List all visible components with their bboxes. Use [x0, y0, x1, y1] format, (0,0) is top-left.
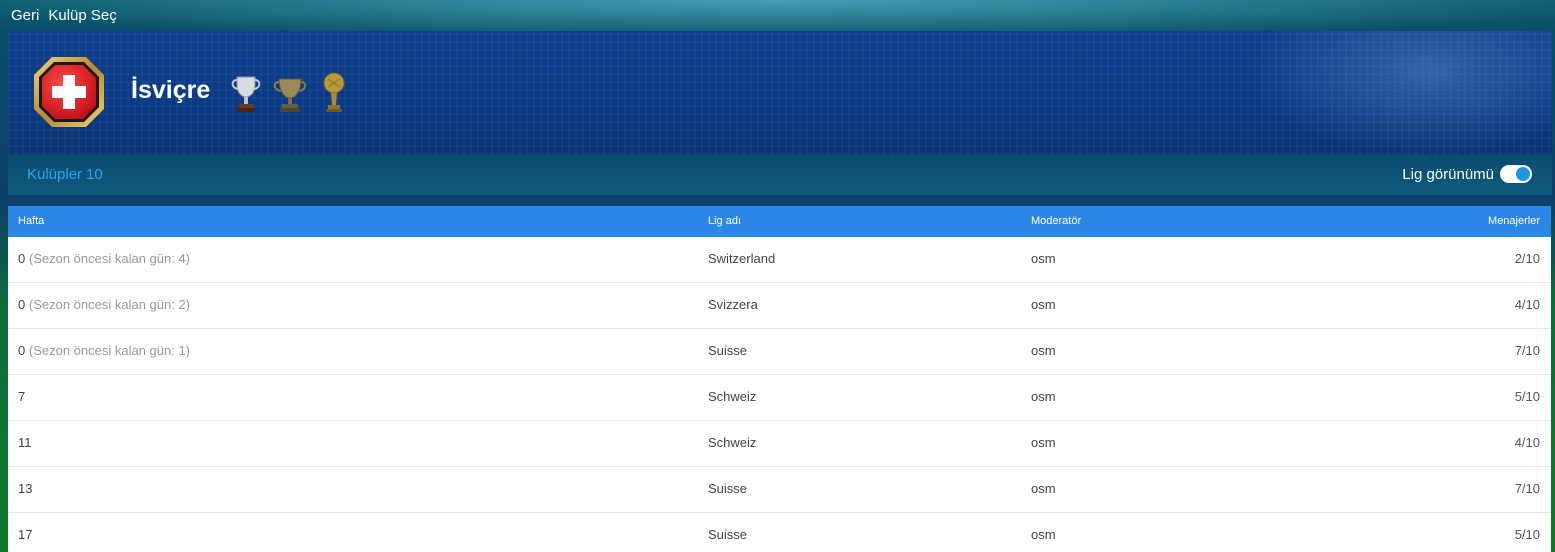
table-row[interactable]: 0 (Sezon öncesi kalan gün: 4) Switzerlan…: [8, 237, 1551, 283]
moderator-cell: osm: [1031, 251, 1056, 266]
league-name-cell: Svizzera: [708, 297, 758, 312]
top-nav: Geri Kulüp Seç: [0, 0, 1555, 30]
clubs-link[interactable]: Kulüpler 10: [27, 166, 103, 183]
managers-cell: 7/10: [1514, 481, 1540, 496]
league-name-cell: Suisse: [708, 481, 748, 496]
header-league-name[interactable]: Lig adı: [708, 206, 741, 237]
silver-trophy-icon[interactable]: [226, 71, 266, 115]
week-cell: 11: [18, 435, 32, 450]
table-row[interactable]: 0 (Sezon öncesi kalan gün: 1) Suisse osm…: [8, 329, 1551, 375]
league-name-cell: Schweiz: [708, 389, 757, 404]
league-name-cell: Switzerland: [708, 251, 776, 266]
managers-cell: 4/10: [1514, 297, 1540, 312]
country-name: İsviçre: [131, 76, 211, 104]
week-cell: 17: [18, 527, 33, 542]
week-cell: 0 (Sezon öncesi kalan gün: 2): [18, 297, 191, 312]
back-link[interactable]: Geri: [11, 7, 39, 24]
table-row[interactable]: 17 Suisse osm 5/10: [8, 513, 1551, 552]
table-header: Hafta Lig adı Moderatör Menajerler: [8, 206, 1551, 237]
moderator-cell: osm: [1031, 481, 1056, 496]
league-view-label: Lig görünümü: [1402, 165, 1494, 183]
managers-cell: 5/10: [1514, 527, 1540, 542]
table-row[interactable]: 7 Schweiz osm 5/10: [8, 375, 1551, 421]
moderator-cell: osm: [1031, 297, 1056, 312]
league-view-toggle[interactable]: [1500, 165, 1532, 183]
preseason-note: (Sezon öncesi kalan gün: 2): [28, 297, 191, 312]
week-cell: 7: [18, 389, 26, 404]
week-cell: 0 (Sezon öncesi kalan gün: 1): [18, 343, 191, 358]
managers-cell: 7/10: [1514, 343, 1540, 358]
swiss-cross-badge-icon: [34, 57, 104, 127]
preseason-note: (Sezon öncesi kalan gün: 1): [28, 343, 191, 358]
managers-cell: 2/10: [1514, 251, 1540, 266]
league-name-cell: Schweiz: [708, 435, 757, 450]
table-row[interactable]: 0 (Sezon öncesi kalan gün: 2) Svizzera o…: [8, 283, 1551, 329]
trophy-list: [226, 71, 354, 115]
header-week[interactable]: Hafta: [18, 206, 44, 237]
toggle-knob: [1516, 167, 1530, 181]
table-row[interactable]: 13 Suisse osm 7/10: [8, 467, 1551, 513]
preseason-note: (Sezon öncesi kalan gün: 4): [28, 251, 191, 266]
header-moderator[interactable]: Moderatör: [1031, 206, 1081, 237]
league-name-cell: Suisse: [708, 527, 748, 542]
clubs-label: Kulüpler: [27, 166, 83, 183]
gold-ball-trophy-icon[interactable]: [314, 71, 354, 115]
header-managers[interactable]: Menajerler: [1488, 206, 1540, 237]
table-row[interactable]: 11 Schweiz osm 4/10: [8, 421, 1551, 467]
bronze-cup-icon[interactable]: [270, 71, 310, 115]
moderator-cell: osm: [1031, 527, 1056, 542]
moderator-cell: osm: [1031, 389, 1056, 404]
league-view-control: Lig görünümü: [1402, 165, 1532, 183]
moderator-cell: osm: [1031, 435, 1056, 450]
country-header: İsviçre: [8, 31, 1552, 155]
clubs-count: 10: [86, 166, 103, 183]
managers-cell: 4/10: [1514, 435, 1540, 450]
leagues-table: Hafta Lig adı Moderatör Menajerler 0 (Se…: [8, 206, 1551, 552]
managers-cell: 5/10: [1514, 389, 1540, 404]
moderator-cell: osm: [1031, 343, 1056, 358]
league-name-cell: Suisse: [708, 343, 748, 358]
select-club-link[interactable]: Kulüp Seç: [48, 7, 116, 24]
week-cell: 13: [18, 481, 33, 496]
clubs-bar: Kulüpler 10 Lig görünümü: [8, 155, 1552, 195]
week-cell: 0 (Sezon öncesi kalan gün: 4): [18, 251, 191, 266]
